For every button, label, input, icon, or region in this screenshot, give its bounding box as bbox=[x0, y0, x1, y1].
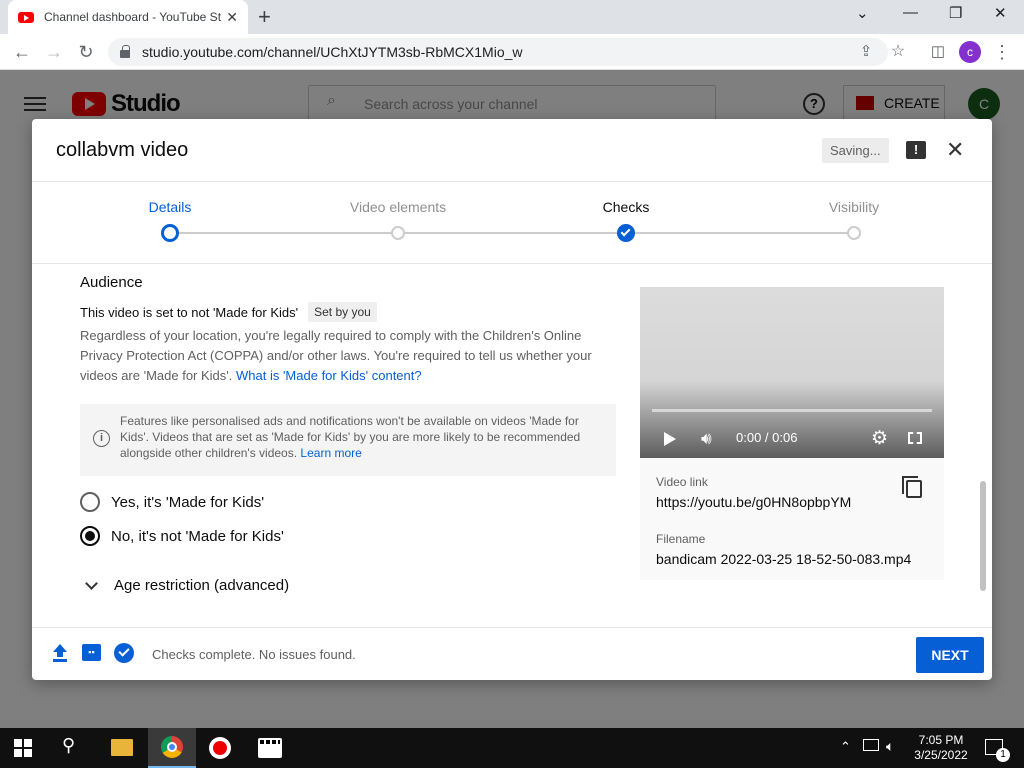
made-for-kids-info-box: i Features like personalised ads and not… bbox=[80, 404, 616, 476]
dialog-close-icon[interactable]: ✕ bbox=[946, 137, 964, 163]
volume-icon[interactable]: 🔊︎ bbox=[701, 429, 712, 449]
video-player[interactable]: 🔊︎ 0:00 / 0:06 ⚙ bbox=[640, 287, 944, 458]
dialog-title: collabvm video bbox=[56, 139, 189, 161]
step-visibility-label[interactable]: Visibility bbox=[829, 199, 879, 215]
step-visibility-dot[interactable] bbox=[847, 226, 861, 240]
video-preview-card: 🔊︎ 0:00 / 0:06 ⚙ Video link https://yout… bbox=[640, 287, 944, 580]
windows-taskbar: ⚲ ⌃ 🔈︎ 7:05 PM 3/25/2022 1 bbox=[0, 728, 1024, 768]
window-close-icon[interactable]: ✕ bbox=[994, 4, 1007, 22]
saving-badge: Saving... bbox=[822, 138, 889, 163]
show-hidden-icons-icon[interactable]: ⌃ bbox=[840, 739, 851, 755]
age-restriction-toggle[interactable]: Age restriction (advanced) bbox=[82, 576, 290, 594]
dialog-header: collabvm video Saving... ! ✕ bbox=[32, 119, 992, 182]
chrome-icon bbox=[161, 736, 183, 758]
next-button[interactable]: NEXT bbox=[916, 637, 984, 673]
menu-kebab-icon[interactable]: ⋮ bbox=[990, 40, 1014, 64]
taskbar-search-icon[interactable]: ⚲ bbox=[62, 735, 75, 756]
upload-stepper: Details Video elements Checks Visibility bbox=[32, 182, 992, 264]
info-text: Features like personalised ads and notif… bbox=[120, 413, 600, 461]
profile-avatar[interactable]: c bbox=[959, 41, 981, 63]
reload-icon[interactable]: ↻ bbox=[74, 40, 98, 64]
tab-title: Channel dashboard - YouTube St bbox=[44, 10, 222, 24]
coppa-paragraph: Regardless of your location, you're lega… bbox=[80, 326, 610, 386]
info-icon: i bbox=[93, 430, 110, 447]
youtube-favicon-icon bbox=[18, 11, 34, 23]
video-time: 0:00 / 0:06 bbox=[736, 430, 798, 445]
radio-no-made-for-kids[interactable]: No, it's not 'Made for Kids' bbox=[80, 526, 284, 546]
step-video-elements-label[interactable]: Video elements bbox=[350, 199, 446, 215]
browser-tabstrip: Channel dashboard - YouTube St ✕ + ⌄ — ❐… bbox=[0, 0, 1024, 34]
audience-heading: Audience bbox=[80, 274, 143, 291]
feedback-icon[interactable]: ! bbox=[906, 141, 926, 159]
network-icon[interactable] bbox=[863, 739, 879, 751]
bookmark-star-icon[interactable]: ☆ bbox=[886, 40, 910, 64]
url-text: studio.youtube.com/channel/UChXtJYTM3sb-… bbox=[142, 44, 523, 60]
upload-dialog: collabvm video Saving... ! ✕ Details Vid… bbox=[32, 119, 992, 680]
dialog-footer: ▪▪ Checks complete. No issues found. NEX… bbox=[32, 627, 992, 680]
lock-icon bbox=[120, 45, 130, 58]
browser-toolbar: ← → ↻ studio.youtube.com/channel/UChXtJY… bbox=[0, 34, 1024, 70]
video-progress-bar[interactable] bbox=[652, 409, 932, 412]
speaker-icon[interactable]: 🔈︎ bbox=[886, 738, 894, 755]
tab-close-icon[interactable]: ✕ bbox=[226, 9, 238, 26]
taskbar-clock[interactable]: 7:05 PM 3/25/2022 bbox=[914, 733, 968, 763]
step-checks-check-icon[interactable] bbox=[617, 224, 635, 242]
radio-yes-made-for-kids[interactable]: Yes, it's 'Made for Kids' bbox=[80, 492, 264, 512]
chevron-down-icon bbox=[85, 576, 98, 590]
set-by-you-chip: Set by you bbox=[308, 302, 377, 322]
radio-yes-label: Yes, it's 'Made for Kids' bbox=[111, 493, 265, 511]
back-icon[interactable]: ← bbox=[10, 40, 34, 64]
filename-label: Filename bbox=[656, 532, 706, 546]
checks-status: Checks complete. No issues found. bbox=[152, 647, 356, 662]
notification-center-icon[interactable]: 1 bbox=[985, 739, 1010, 762]
restore-icon[interactable]: ❐ bbox=[949, 4, 962, 22]
radio-button-selected[interactable] bbox=[80, 526, 100, 546]
share-icon[interactable]: ⇪ bbox=[854, 40, 878, 64]
filename-value: bandicam 2022-03-25 18-52-50-083.mp4 bbox=[656, 551, 912, 567]
step-details-label[interactable]: Details bbox=[149, 199, 192, 215]
step-video-elements-dot[interactable] bbox=[391, 226, 405, 240]
upload-icon bbox=[53, 644, 67, 662]
bandicam-record-icon[interactable] bbox=[209, 737, 231, 759]
radio-no-label: No, it's not 'Made for Kids' bbox=[111, 527, 284, 545]
step-checks-label[interactable]: Checks bbox=[603, 199, 650, 215]
clock-date: 3/25/2022 bbox=[914, 748, 968, 762]
play-icon[interactable] bbox=[664, 432, 676, 446]
age-restriction-label: Age restriction (advanced) bbox=[114, 577, 290, 594]
file-explorer-icon[interactable] bbox=[111, 739, 133, 756]
settings-gear-icon[interactable]: ⚙ bbox=[871, 427, 888, 450]
checks-complete-icon bbox=[114, 643, 134, 663]
fullscreen-icon[interactable] bbox=[908, 432, 922, 444]
step-connector bbox=[398, 232, 626, 234]
forward-icon[interactable]: → bbox=[42, 40, 66, 64]
radio-button[interactable] bbox=[80, 492, 100, 512]
made-for-kids-link[interactable]: What is 'Made for Kids' content? bbox=[236, 368, 422, 383]
video-link-label: Video link bbox=[656, 475, 708, 489]
new-tab-icon[interactable]: + bbox=[258, 4, 271, 30]
learn-more-link[interactable]: Learn more bbox=[300, 446, 361, 460]
windows-start-icon[interactable] bbox=[14, 739, 38, 763]
notification-badge: 1 bbox=[996, 748, 1010, 762]
audience-status: This video is set to not 'Made for Kids'… bbox=[80, 302, 377, 322]
address-bar[interactable]: studio.youtube.com/channel/UChXtJYTM3sb-… bbox=[108, 38, 888, 66]
side-panel-icon[interactable]: ◫ bbox=[926, 40, 950, 64]
browser-tab[interactable]: Channel dashboard - YouTube St ✕ bbox=[8, 0, 248, 34]
video-link[interactable]: https://youtu.be/g0HN8opbpYM bbox=[656, 494, 851, 510]
step-connector bbox=[626, 232, 854, 234]
minimize-icon[interactable]: — bbox=[903, 4, 918, 21]
video-editor-icon[interactable] bbox=[258, 738, 282, 758]
chrome-taskbar-button[interactable] bbox=[148, 728, 196, 768]
step-connector bbox=[170, 232, 398, 234]
dialog-content: Audience This video is set to not 'Made … bbox=[32, 264, 992, 627]
hd-processing-icon: ▪▪ bbox=[82, 644, 101, 661]
copy-icon[interactable] bbox=[902, 476, 922, 498]
audience-status-text: This video is set to not 'Made for Kids' bbox=[80, 304, 299, 320]
step-details-dot[interactable] bbox=[161, 224, 179, 242]
content-scrollbar[interactable] bbox=[980, 481, 986, 591]
clock-time: 7:05 PM bbox=[918, 733, 964, 747]
tab-search-icon[interactable]: ⌄ bbox=[856, 4, 869, 22]
